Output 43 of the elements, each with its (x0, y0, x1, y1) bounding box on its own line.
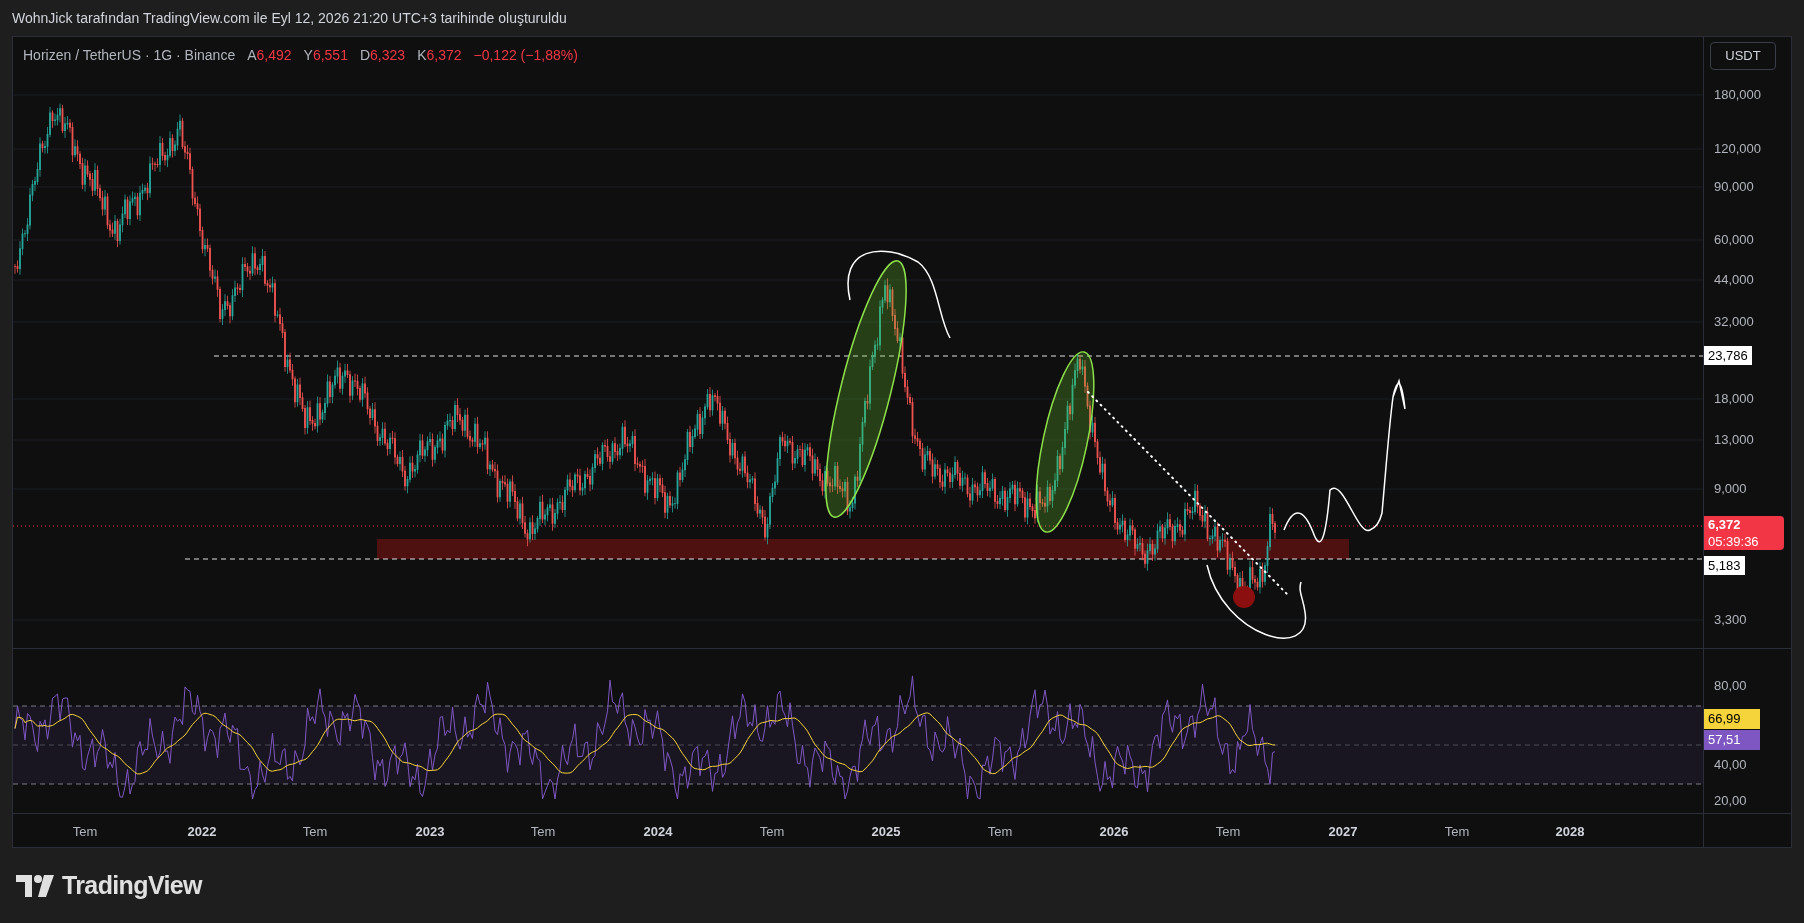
time-label: 2028 (1555, 823, 1585, 841)
time-label: Tem (759, 823, 785, 841)
price-level-tag: 23,786 (1704, 346, 1752, 365)
price-label: 180,000 (1714, 86, 1761, 104)
time-label: Tem (1215, 823, 1241, 841)
attribution-text: WohnJick tarafından TradingView.com ile Eyl 12, 2026 21:20 UTC+3 tarihinde oluşturuldu (12, 8, 567, 28)
price-label: 3,300 (1714, 611, 1747, 629)
time-label: Tem (530, 823, 556, 841)
rsi-value-tag: 66,99 (1704, 709, 1760, 729)
price-label: 120,000 (1714, 140, 1761, 158)
currency-button[interactable]: USDT (1710, 42, 1776, 70)
ohlc-value: K6,372 (417, 46, 462, 65)
price-label: 60,000 (1714, 231, 1754, 249)
time-label: 2025 (871, 823, 901, 841)
rsi-label: 80,00 (1714, 677, 1747, 695)
price-level-tag: 5,183 (1704, 556, 1745, 575)
time-label: 2027 (1328, 823, 1358, 841)
rsi-value-tag: 57,51 (1704, 730, 1760, 750)
logo-icon (16, 874, 54, 897)
price-label: 90,000 (1714, 178, 1754, 196)
ohlc-value: D6,323 (359, 46, 406, 65)
ohlc-value: A6,492 (247, 46, 292, 65)
price-label: 9,000 (1714, 480, 1747, 498)
time-label: 2023 (415, 823, 445, 841)
time-label: 2024 (643, 823, 673, 841)
logo-text: TradingView (62, 869, 202, 901)
rsi-label: 40,00 (1714, 756, 1747, 774)
price-label: 44,000 (1714, 271, 1754, 289)
marker-dot (1233, 586, 1255, 608)
time-label: Tem (1444, 823, 1470, 841)
time-label: 2022 (187, 823, 217, 841)
last-price-tag: 6,372 05:39:36 (1704, 516, 1784, 550)
rsi-label: 20,00 (1714, 792, 1747, 810)
price-label: 13,000 (1714, 431, 1754, 449)
price-label: 32,000 (1714, 313, 1754, 331)
time-label: Tem (302, 823, 328, 841)
time-label: Tem (987, 823, 1013, 841)
time-label: 2026 (1099, 823, 1129, 841)
price-label: 18,000 (1714, 390, 1754, 408)
ohlc-value: Y6,551 (303, 46, 348, 65)
time-label: Tem (72, 823, 98, 841)
symbol-label: Horizen / TetherUS · 1G · Binance (23, 46, 236, 65)
price-change: −0,122 (−1,88%) (473, 46, 578, 65)
